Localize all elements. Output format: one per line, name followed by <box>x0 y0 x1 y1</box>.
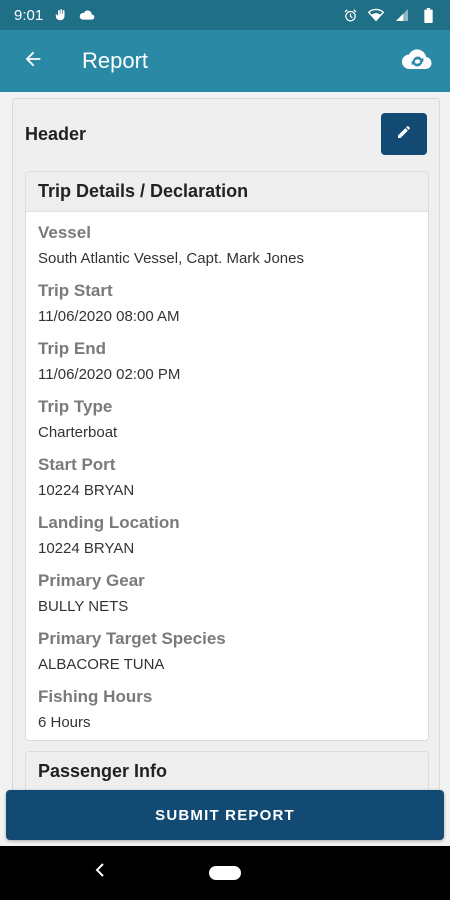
header-card-title: Header <box>25 123 87 144</box>
field-trip-type: Trip Type Charterboat <box>38 392 416 450</box>
header-card: Header Trip Details / Declaration Vessel… <box>12 98 440 792</box>
back-button[interactable] <box>16 44 50 78</box>
field-value: 10224 BRYAN <box>38 482 135 499</box>
passenger-info-title: Passenger Info <box>26 752 428 792</box>
field-value: South Atlantic Vessel, Capt. Mark Jones <box>38 250 304 267</box>
report-content[interactable]: Header Trip Details / Declaration Vessel… <box>0 92 450 792</box>
field-trip-start: Trip Start 11/06/2020 08:00 AM <box>38 276 416 334</box>
field-label: Trip Type <box>38 397 113 416</box>
field-label: Vessel <box>38 223 91 242</box>
field-label: Trip Start <box>38 281 113 300</box>
sync-button[interactable] <box>400 44 434 78</box>
page-title: Report <box>82 48 149 73</box>
field-primary-target-species: Primary Target Species ALBACORE TUNA <box>38 624 416 682</box>
hand-icon <box>53 7 69 23</box>
trip-details-fields: Vessel South Atlantic Vessel, Capt. Mark… <box>26 212 428 740</box>
field-primary-gear: Primary Gear BULLY NETS <box>38 566 416 624</box>
field-label: Trip End <box>38 339 106 358</box>
header-card-bar: Header <box>13 99 439 169</box>
battery-icon <box>420 7 436 23</box>
cloud-sync-icon <box>401 47 432 76</box>
app-bar: Report <box>0 30 450 92</box>
field-start-port: Start Port 10224 BRYAN <box>38 450 416 508</box>
submit-report-button[interactable]: SUBMIT REPORT <box>6 790 444 840</box>
field-label: Fishing Hours <box>38 687 153 706</box>
field-label: Start Port <box>38 455 116 474</box>
nav-back-button[interactable] <box>88 860 112 884</box>
status-time: 9:01 <box>14 6 44 24</box>
edit-button[interactable] <box>381 113 427 155</box>
trip-details-section: Trip Details / Declaration Vessel South … <box>25 171 429 741</box>
field-value: 6 Hours <box>38 714 91 731</box>
nav-home-button[interactable] <box>209 866 241 880</box>
arrow-left-icon <box>22 48 44 75</box>
cloud-icon <box>79 7 95 23</box>
pencil-icon <box>396 124 412 145</box>
field-value: BULLY NETS <box>38 598 129 615</box>
trip-details-title: Trip Details / Declaration <box>26 172 428 212</box>
alarm-icon <box>342 7 358 23</box>
field-value: ALBACORE TUNA <box>38 656 165 673</box>
field-landing-location: Landing Location 10224 BRYAN <box>38 508 416 566</box>
passenger-info-section: Passenger Info <box>25 751 429 792</box>
field-fishing-hours: Fishing Hours 6 Hours <box>38 682 416 740</box>
signal-icon <box>394 7 410 23</box>
field-value: 11/06/2020 02:00 PM <box>38 366 181 383</box>
field-label: Primary Gear <box>38 571 145 590</box>
wifi-icon <box>368 7 384 23</box>
field-vessel: Vessel South Atlantic Vessel, Capt. Mark… <box>38 218 416 276</box>
field-trip-end: Trip End 11/06/2020 02:00 PM <box>38 334 416 392</box>
field-label: Landing Location <box>38 513 180 532</box>
field-value: 11/06/2020 08:00 AM <box>38 308 180 325</box>
field-label: Primary Target Species <box>38 629 226 648</box>
chevron-left-icon <box>94 862 106 882</box>
status-bar: 9:01 <box>0 0 450 30</box>
navigation-bar <box>0 846 450 900</box>
field-value: Charterboat <box>38 424 118 441</box>
field-value: 10224 BRYAN <box>38 540 135 557</box>
